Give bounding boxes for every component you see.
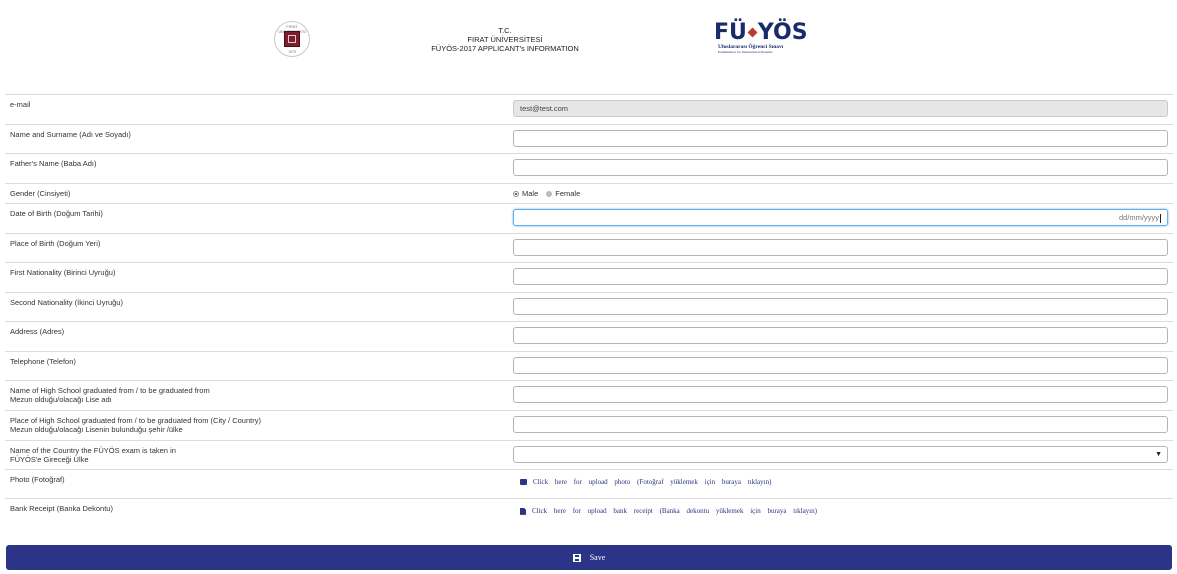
university-seal-icon: FIRAT ÜNİVERSİTESİ 1975 xyxy=(274,21,310,57)
gender-radio-group: Male Female xyxy=(513,189,588,198)
seal-text-bottom: 1975 xyxy=(288,50,296,54)
upload-photo-text[interactable]: Click here for upload photo (Fotoğraf yü… xyxy=(533,478,771,486)
high-school-name-label-en: Name of High School graduated from / to … xyxy=(10,386,210,395)
telephone-input[interactable] xyxy=(513,357,1168,374)
page-header: FIRAT ÜNİVERSİTESİ 1975 T.C. FIRAT ÜNİVE… xyxy=(0,0,1177,93)
second-nationality-input[interactable] xyxy=(513,298,1168,315)
row-receipt: Bank Receipt (Banka Dekontu) Click here … xyxy=(5,499,1173,528)
father-name-label: Father's Name (Baba Adı) xyxy=(10,159,97,168)
high-school-place-label-en: Place of High School graduated from / to… xyxy=(10,416,261,425)
high-school-place-input[interactable] xyxy=(513,416,1168,433)
email-field: test@test.com xyxy=(513,100,1168,117)
row-dob: Date of Birth (Doğum Tarihi) dd/mm/yyyy xyxy=(5,204,1173,234)
upload-receipt-link[interactable]: Click here for upload bank receipt (Bank… xyxy=(520,507,817,515)
name-input[interactable] xyxy=(513,130,1168,147)
exam-country-label-en: Name of the Country the FÜYÖS exam is ta… xyxy=(10,446,176,455)
exam-country-label-tr: FÜYÖS'e Gireceği Ülke xyxy=(10,455,89,464)
telephone-label: Telephone (Telefon) xyxy=(10,357,76,366)
high-school-name-label: Name of High School graduated from / to … xyxy=(10,386,490,404)
title-line-applicant-info: FÜYÖS-2017 APPLICANT's INFORMATION xyxy=(431,44,579,53)
row-hs-name: Name of High School graduated from / to … xyxy=(5,381,1173,411)
page-title: T.C. FIRAT ÜNİVERSİTESİ FÜYÖS-2017 APPLI… xyxy=(420,26,590,53)
row-email: e-mail test@test.com xyxy=(5,95,1173,125)
high-school-name-input[interactable] xyxy=(513,386,1168,403)
logo-subtitle-en: Examination for International Students xyxy=(718,50,773,54)
exam-country-label: Name of the Country the FÜYÖS exam is ta… xyxy=(10,446,490,464)
save-button[interactable]: Save xyxy=(6,545,1172,570)
dob-label: Date of Birth (Doğum Tarihi) xyxy=(10,209,103,218)
address-label: Address (Adres) xyxy=(10,327,65,336)
upload-receipt-text[interactable]: Click here for upload bank receipt (Bank… xyxy=(532,507,817,515)
gender-female-radio[interactable] xyxy=(546,190,553,197)
text-caret xyxy=(1160,213,1161,223)
camera-icon xyxy=(520,479,527,486)
file-icon xyxy=(520,507,526,515)
gender-male-label[interactable]: Male xyxy=(522,189,538,198)
gender-label: Gender (Cinsiyeti) xyxy=(10,189,71,198)
logo-word: FÜ YÖS xyxy=(714,20,808,45)
row-father: Father's Name (Baba Adı) xyxy=(5,154,1173,184)
applicant-form: e-mail test@test.com Name and Surname (A… xyxy=(5,94,1173,528)
bank-receipt-label: Bank Receipt (Banka Dekontu) xyxy=(10,504,113,513)
first-nationality-label: First Nationality (Birinci Uyruğu) xyxy=(10,268,116,277)
second-nationality-label: Second Nationality (İkinci Uyruğu) xyxy=(10,298,123,307)
row-nat1: First Nationality (Birinci Uyruğu) xyxy=(5,263,1173,293)
chevron-down-icon[interactable]: ▼ xyxy=(1155,447,1162,462)
dob-input[interactable]: dd/mm/yyyy xyxy=(513,209,1168,226)
row-gender: Gender (Cinsiyeti) Male Female xyxy=(5,184,1173,204)
row-address: Address (Adres) xyxy=(5,322,1173,352)
row-photo: Photo (Fotoğraf) Click here for upload p… xyxy=(5,470,1173,499)
dob-placeholder: dd/mm/yyyy xyxy=(1118,213,1159,222)
email-label: e-mail xyxy=(10,100,31,109)
title-line-tc: T.C. xyxy=(498,26,512,35)
upload-photo-link[interactable]: Click here for upload photo (Fotoğraf yü… xyxy=(520,478,771,486)
exam-country-select[interactable]: ▼ xyxy=(513,446,1168,463)
row-name: Name and Surname (Adı ve Soyadı) xyxy=(5,125,1173,154)
row-hs-place: Place of High School graduated from / to… xyxy=(5,411,1173,441)
high-school-place-label: Place of High School graduated from / to… xyxy=(10,416,490,434)
save-button-label[interactable]: Save xyxy=(590,553,606,562)
high-school-name-label-tr: Mezun olduğu/olacağı Lise adı xyxy=(10,395,112,404)
gender-female-label[interactable]: Female xyxy=(555,189,580,198)
name-label: Name and Surname (Adı ve Soyadı) xyxy=(10,130,131,139)
gender-male-radio[interactable] xyxy=(513,190,519,197)
title-line-university: FIRAT ÜNİVERSİTESİ xyxy=(467,35,543,44)
first-nationality-input[interactable] xyxy=(513,268,1168,285)
row-pob: Place of Birth (Doğum Yeri) xyxy=(5,234,1173,263)
high-school-place-label-tr: Mezun olduğu/olacağı Lisenin bulunduğu ş… xyxy=(10,425,183,434)
save-icon xyxy=(572,553,581,562)
row-exam-country: Name of the Country the FÜYÖS exam is ta… xyxy=(5,441,1173,470)
father-name-input[interactable] xyxy=(513,159,1168,176)
seal-emblem xyxy=(284,31,300,47)
row-phone: Telephone (Telefon) xyxy=(5,352,1173,381)
address-input[interactable] xyxy=(513,327,1168,344)
photo-label: Photo (Fotoğraf) xyxy=(10,475,65,484)
fuyos-logo-icon: FÜ YÖS Uluslararası Öğrenci Sınavı Examin… xyxy=(714,22,824,62)
row-nat2: Second Nationality (İkinci Uyruğu) xyxy=(5,293,1173,322)
pob-input[interactable] xyxy=(513,239,1168,256)
pob-label: Place of Birth (Doğum Yeri) xyxy=(10,239,101,248)
